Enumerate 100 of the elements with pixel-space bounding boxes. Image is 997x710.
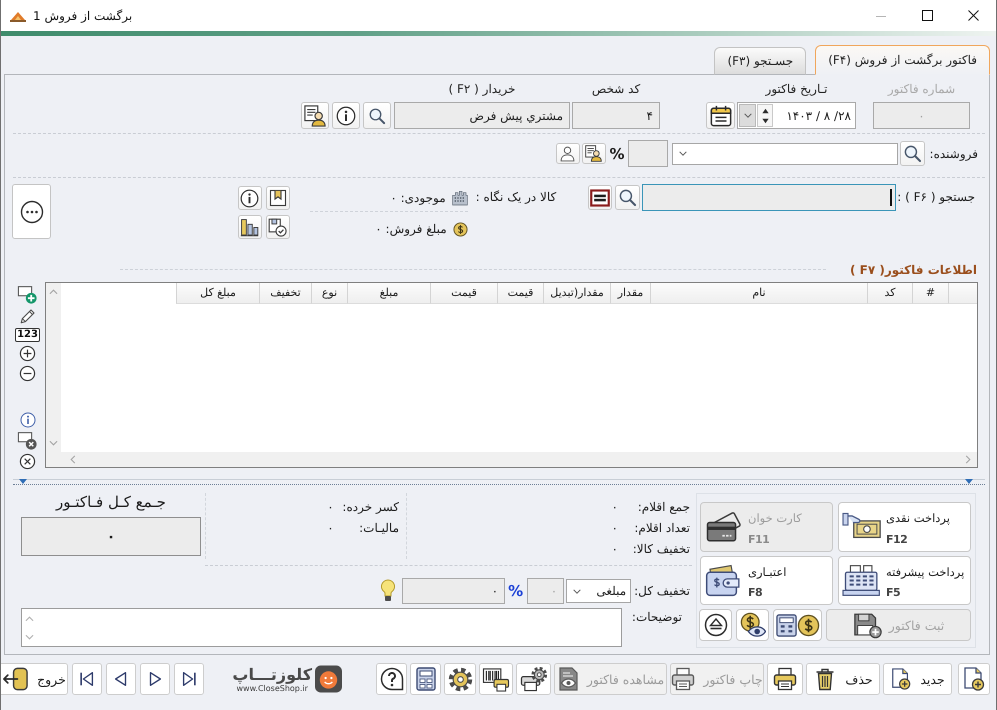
skip-right-icon <box>180 670 198 688</box>
product-info-button[interactable] <box>238 186 262 210</box>
last-record-button[interactable] <box>174 663 204 695</box>
calculator-coin-icon <box>776 614 820 636</box>
previous-record-button[interactable] <box>106 663 136 695</box>
bar-chart-icon <box>240 218 260 236</box>
column-header[interactable]: کد <box>867 283 912 304</box>
printer-gear-icon <box>520 666 547 692</box>
new-button[interactable]: جدید <box>883 663 952 695</box>
column-header[interactable]: مقدار(تبدیل <box>543 283 610 304</box>
help-icon <box>380 667 404 691</box>
column-header[interactable]: مبلغ کل <box>176 283 259 304</box>
add-row-icon[interactable] <box>17 285 38 304</box>
product-search-button[interactable] <box>615 185 640 210</box>
print-settings-button[interactable] <box>516 663 551 695</box>
first-record-button[interactable] <box>72 663 102 695</box>
person-code-field[interactable]: ۴ <box>572 102 660 129</box>
printer-icon <box>773 667 797 691</box>
document-check-button[interactable] <box>266 215 290 239</box>
pencil-icon[interactable] <box>18 307 36 325</box>
splitter-bar[interactable] <box>13 479 985 485</box>
column-header[interactable]: نام <box>650 283 867 304</box>
search-icon <box>902 144 922 163</box>
summary-label: تخفیف کالا: <box>632 541 690 558</box>
horizontal-scrollbar[interactable] <box>46 452 977 467</box>
vertical-scrollbar[interactable] <box>46 283 61 452</box>
spin-button[interactable] <box>757 104 773 127</box>
buyer-info-button[interactable] <box>332 102 360 129</box>
tab[interactable]: جسـتجو (F۳) <box>714 47 806 75</box>
remove-row-icon[interactable] <box>17 431 38 450</box>
numbering-button[interactable]: 123 <box>15 328 40 342</box>
chevron-down-icon <box>572 588 582 594</box>
summary-label: مالیـات: <box>358 520 399 537</box>
product-search-field[interactable] <box>642 184 896 211</box>
chart-button[interactable] <box>238 215 262 239</box>
date-field[interactable]: ۱۴۰۳ / ۸ /۲۸ <box>737 102 856 129</box>
person-icon <box>559 145 576 162</box>
percent-field[interactable] <box>628 140 668 167</box>
buyer-search-button[interactable] <box>363 102 391 129</box>
eject-button[interactable] <box>699 609 732 641</box>
delete-button[interactable]: حذف <box>806 663 880 695</box>
caret-down-icon <box>965 479 973 484</box>
chevron-right-icon <box>965 455 971 464</box>
help-button[interactable] <box>376 663 407 695</box>
sales-amount-text: مبلغ فروش: ۰ <box>375 222 447 236</box>
file-plus-icon <box>962 667 986 691</box>
list-icon <box>590 188 610 208</box>
percent-sign: % <box>508 582 524 600</box>
document-eye-icon <box>556 667 579 691</box>
more-button[interactable] <box>12 184 51 239</box>
next-record-button[interactable] <box>140 663 170 695</box>
bookmark-button[interactable] <box>266 186 290 210</box>
product-list-button[interactable] <box>588 185 612 210</box>
person-list-icon <box>585 145 602 162</box>
discount-type-select[interactable]: مبلغی <box>566 579 632 603</box>
notes-field[interactable] <box>21 608 622 647</box>
field-label: شماره فاکتور <box>886 82 956 96</box>
summary-label: تعداد اقلام: <box>633 520 690 537</box>
glance-label: کالا در یک نگاه : <box>476 189 556 206</box>
printer-icon <box>671 667 696 691</box>
info-icon[interactable] <box>20 412 36 428</box>
column-header[interactable]: مبلغ <box>347 283 430 304</box>
person-list-icon <box>304 104 326 126</box>
search-icon <box>618 188 638 207</box>
maximize-icon <box>922 10 932 21</box>
calendar-button[interactable] <box>706 102 735 129</box>
buyer-field[interactable]: مشتري پيش فرض <box>394 102 570 129</box>
calculator-coin-button[interactable] <box>773 609 822 641</box>
calculator-button[interactable] <box>410 663 441 695</box>
seller-person-button[interactable] <box>556 143 580 164</box>
summary-value: ۰ <box>326 520 335 537</box>
column-header[interactable]: تخفیف <box>259 283 311 304</box>
column-header[interactable]: قیمت <box>497 283 543 304</box>
coin-eye-button[interactable] <box>736 609 769 641</box>
field-label: تـاریخ فاکتور <box>764 82 828 96</box>
new-blank-button[interactable] <box>958 663 990 695</box>
seller-label: فروشنده: <box>930 146 978 162</box>
calendar-icon <box>710 104 732 126</box>
plus-circle-icon[interactable] <box>19 345 36 362</box>
logo-url: www.CloseShop.ir <box>236 684 308 693</box>
seller-list-button[interactable] <box>582 143 606 164</box>
discount-amount-field[interactable]: ۰ <box>402 578 506 604</box>
column-header[interactable]: # <box>912 283 948 304</box>
grand-total-title: جـمع کـل فـاکتـور <box>54 493 167 511</box>
barcode-print-button[interactable] <box>479 663 513 695</box>
exit-icon <box>2 667 30 691</box>
tab[interactable]: فاکتور برگشت از فروش (F۴) <box>815 45 990 75</box>
exit-button[interactable]: خروج <box>1 663 68 695</box>
minus-circle-icon[interactable] <box>19 365 36 382</box>
column-header[interactable]: نوع <box>311 283 347 304</box>
close-circle-icon[interactable] <box>19 453 36 470</box>
floppy-plus-icon <box>852 612 883 638</box>
column-header[interactable]: قیمت <box>430 283 497 304</box>
seller-search-button[interactable] <box>900 141 925 166</box>
settings-button[interactable] <box>444 663 476 695</box>
column-header[interactable]: مقدار <box>610 283 650 304</box>
bookmark-icon <box>268 189 287 207</box>
summary-value: ۰ <box>610 520 619 537</box>
buyer-list-button[interactable] <box>301 102 329 129</box>
print-button[interactable] <box>767 663 803 695</box>
